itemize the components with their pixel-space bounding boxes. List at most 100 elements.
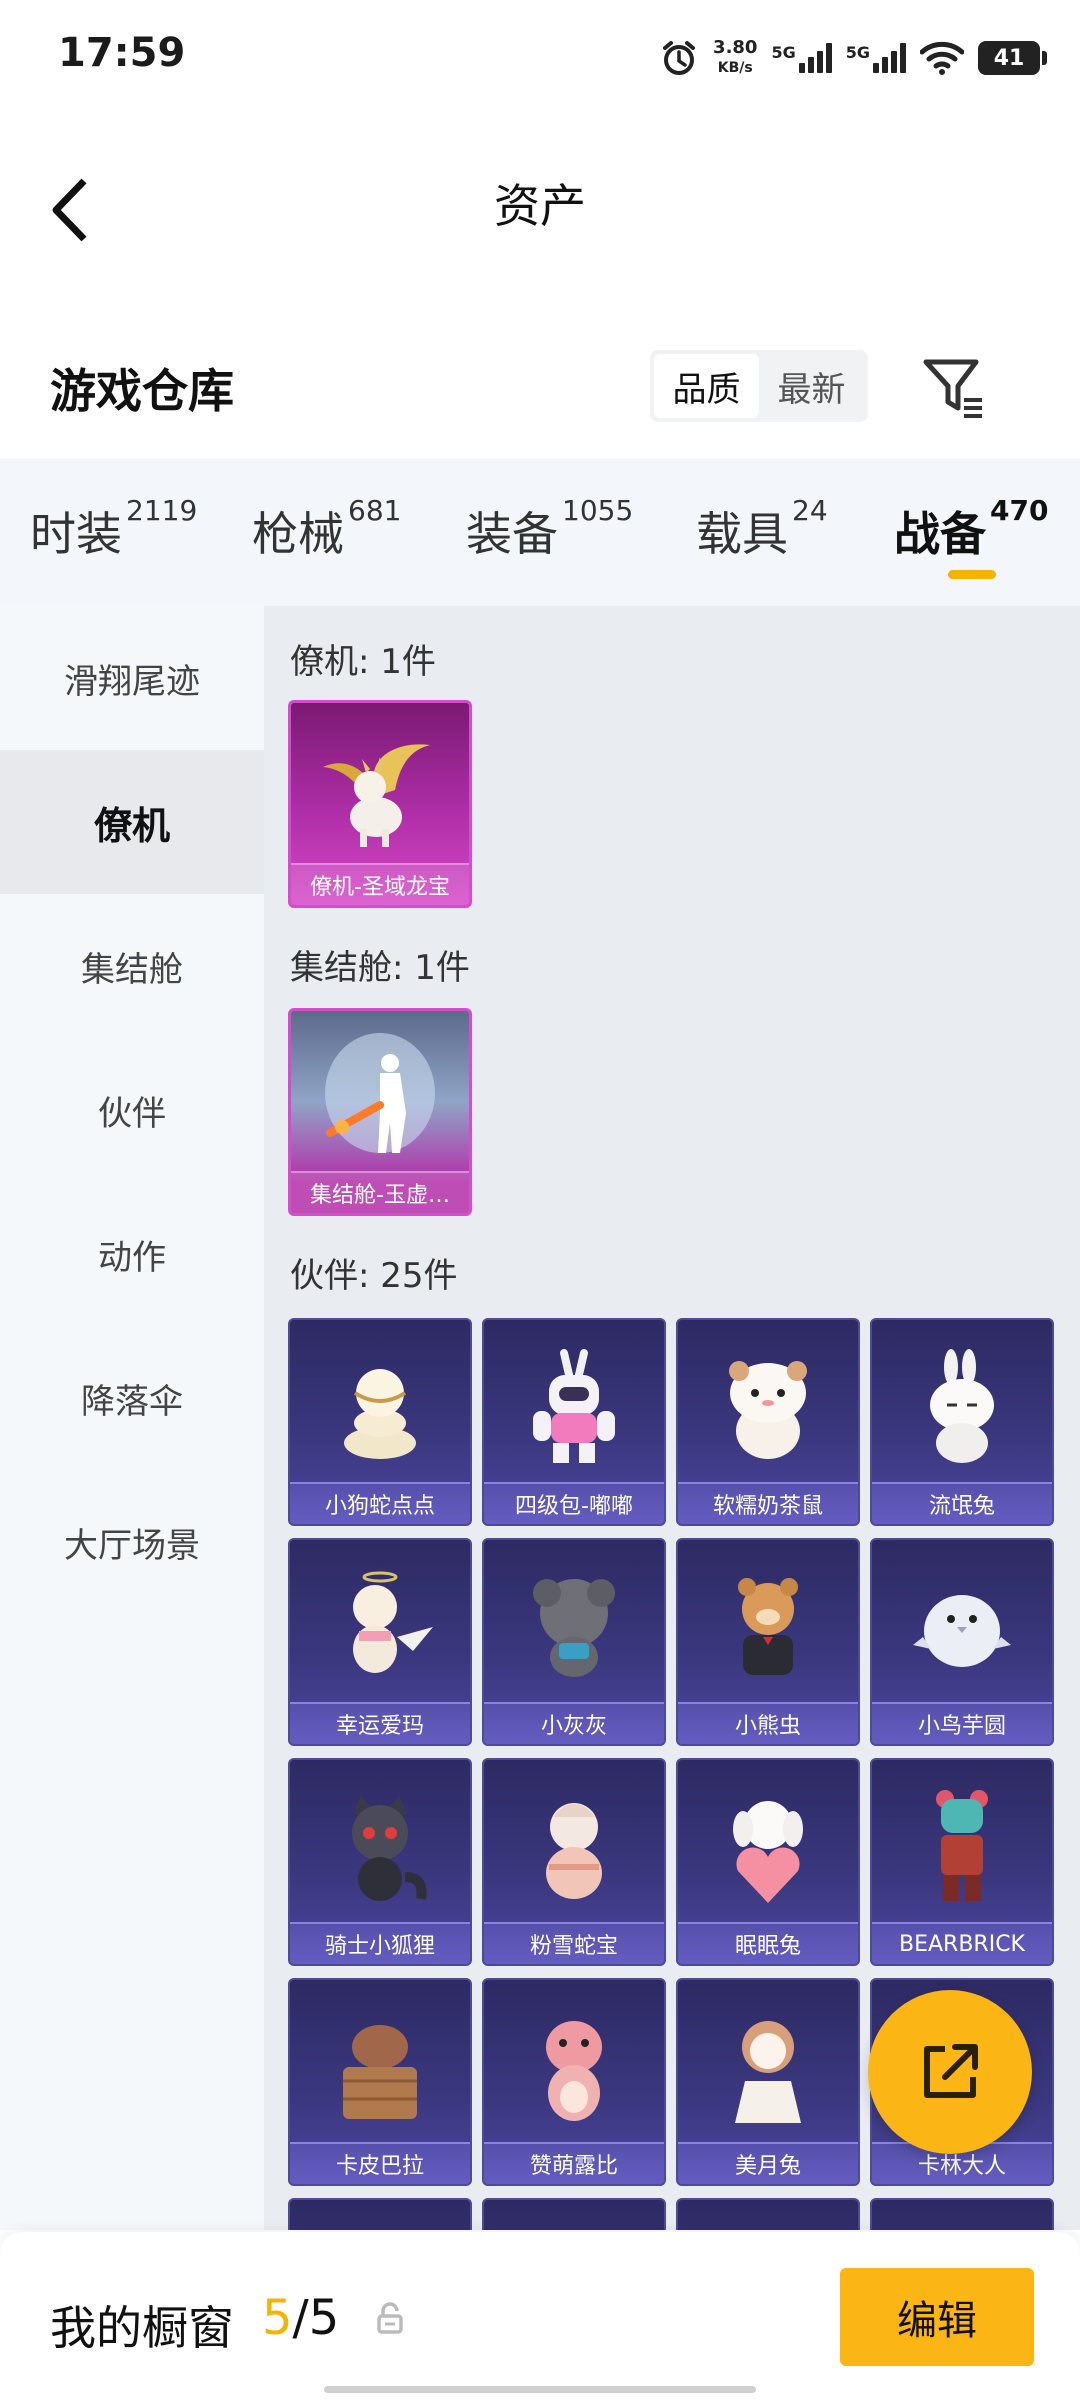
alarm-icon: [659, 38, 699, 78]
grey-creature-icon: [514, 1562, 634, 1692]
clock: 17:59: [58, 30, 186, 76]
active-tab-indicator: [948, 570, 996, 579]
item-card[interactable]: 小鸟芋圆: [870, 1538, 1054, 1746]
page-title: 资产: [494, 179, 586, 233]
robot-icon: [514, 1342, 634, 1472]
item-name: 美月兔: [678, 2142, 858, 2184]
bear-icon: [708, 1562, 828, 1692]
edit-button[interactable]: 编辑: [840, 2268, 1034, 2366]
warehouse-title: 游戏仓库: [50, 364, 234, 418]
capybara-icon: [320, 2002, 440, 2132]
snake-icon: [320, 1342, 440, 1472]
home-indicator: [324, 2386, 756, 2393]
showcase-bar: 我的橱窗 5/5 编辑: [0, 2232, 1080, 2400]
item-card[interactable]: 美月兔: [676, 1978, 860, 2186]
item-name: 小狗蛇点点: [290, 1482, 470, 1524]
section-title-partner: 伙伴: 25件: [290, 1256, 458, 1296]
tab-label: 装备: [466, 507, 558, 561]
moon-rabbit-icon: [708, 2002, 828, 2132]
item-name: 幸运爱玛: [290, 1702, 470, 1744]
bird-icon: [902, 1562, 1022, 1692]
portal-figure-icon: [320, 1033, 440, 1163]
tab-label: 时装: [30, 507, 122, 561]
item-name: 集结舱-玉虚…: [291, 1171, 469, 1213]
tab-count: 24: [792, 494, 828, 527]
tab-gear[interactable]: 装备 1055: [466, 494, 633, 564]
signal-1-label: 5G: [771, 43, 796, 62]
item-card[interactable]: BEARBRICK: [870, 1758, 1054, 1966]
showcase-label: 我的橱窗: [50, 2301, 234, 2355]
item-name: 小鸟芋圆: [872, 1702, 1052, 1744]
filter-button[interactable]: [920, 352, 990, 422]
item-card[interactable]: 赞萌露比: [482, 1978, 666, 2186]
filter-icon: [923, 359, 982, 418]
item-card[interactable]: [288, 2198, 472, 2230]
status-icons: 3.80 KB/s 5G 5G 41: [659, 30, 1047, 86]
item-card[interactable]: 小灰灰: [482, 1538, 666, 1746]
signal-2-label: 5G: [845, 43, 870, 62]
sidebar-item-pod[interactable]: 集结舱: [0, 894, 264, 1038]
item-card[interactable]: [482, 2198, 666, 2230]
item-card[interactable]: 僚机-圣域龙宝: [288, 700, 472, 908]
item-name: 卡皮巴拉: [290, 2142, 470, 2184]
bearbrick-icon: [902, 1782, 1022, 1912]
item-name: 粉雪蛇宝: [484, 1922, 664, 1964]
rabbit-icon: [902, 1342, 1022, 1472]
item-card[interactable]: 卡皮巴拉: [288, 1978, 472, 2186]
item-grid-area: 僚机: 1件 僚机-圣域龙宝 集结舱: 1件 集结舱-玉虚… 伙伴: 25件 小…: [264, 606, 1080, 2230]
tab-count: 2119: [126, 494, 198, 527]
battery-icon: 41: [978, 41, 1047, 75]
share-button[interactable]: [868, 1990, 1032, 2154]
top-nav: 资产: [0, 110, 1080, 280]
item-card[interactable]: [870, 2198, 1054, 2230]
tab-label: 载具: [696, 507, 788, 561]
item-name: 赞萌露比: [484, 2142, 664, 2184]
item-card[interactable]: 粉雪蛇宝: [482, 1758, 666, 1966]
hamster-icon: [708, 1342, 828, 1472]
tab-combat-prep[interactable]: 战备 470: [894, 494, 1048, 564]
signal-bars-icon: [873, 43, 906, 73]
item-card[interactable]: 四级包-嘟嘟: [482, 1318, 666, 1526]
signal-2: 5G: [846, 43, 906, 73]
item-name: BEARBRICK: [872, 1922, 1052, 1964]
item-card[interactable]: 骑士小狐狸: [288, 1758, 472, 1966]
item-name: 流氓兔: [872, 1482, 1052, 1524]
sidebar-item-parachute[interactable]: 降落伞: [0, 1326, 264, 1470]
item-card[interactable]: 小狗蛇点点: [288, 1318, 472, 1526]
lock-icon: [376, 2302, 404, 2336]
item-card[interactable]: 眠眠兔: [676, 1758, 860, 1966]
item-name: 眠眠兔: [678, 1922, 858, 1964]
wifi-icon: [920, 40, 964, 76]
tab-guns[interactable]: 枪械 681: [252, 494, 401, 564]
item-card[interactable]: 集结舱-玉虚…: [288, 1008, 472, 1216]
category-tabs: 时装 2119 枪械 681 装备 1055 载具 24 战备 470: [0, 458, 1080, 606]
tab-count: 681: [348, 494, 402, 527]
sidebar: 滑翔尾迹 僚机 集结舱 伙伴 动作 降落伞 大厅场景: [0, 606, 264, 2230]
sort-toggle: 品质 最新: [650, 350, 868, 422]
sidebar-item-emote[interactable]: 动作: [0, 1182, 264, 1326]
sidebar-item-lobby-scene[interactable]: 大厅场景: [0, 1470, 264, 1614]
sort-newest[interactable]: 最新: [759, 354, 864, 418]
item-card[interactable]: [676, 2198, 860, 2230]
network-speed: 3.80 KB/s: [713, 38, 757, 78]
fox-knight-icon: [320, 1782, 440, 1912]
item-card[interactable]: 幸运爱玛: [288, 1538, 472, 1746]
item-card[interactable]: 小熊虫: [676, 1538, 860, 1746]
showcase-count: 5/5: [262, 2290, 339, 2346]
sort-quality[interactable]: 品质: [654, 354, 759, 418]
speed-value: 3.80: [713, 37, 758, 58]
sidebar-item-wingman[interactable]: 僚机: [0, 750, 264, 894]
section-title-pod: 集结舱: 1件: [290, 948, 470, 988]
tab-vehicles[interactable]: 载具 24: [696, 494, 828, 564]
sidebar-item-partner[interactable]: 伙伴: [0, 1038, 264, 1182]
status-bar: 17:59 3.80 KB/s 5G 5G 41: [0, 0, 1080, 110]
external-link-icon: [924, 2044, 978, 2098]
item-card[interactable]: 软糯奶茶鼠: [676, 1318, 860, 1526]
signal-1: 5G: [771, 43, 832, 73]
sidebar-item-glide-trail[interactable]: 滑翔尾迹: [0, 606, 264, 750]
item-name: 小熊虫: [678, 1702, 858, 1744]
dragon-icon: [320, 725, 440, 855]
section-title-wingman: 僚机: 1件: [290, 642, 436, 682]
item-card[interactable]: 流氓兔: [870, 1318, 1054, 1526]
tab-fashion[interactable]: 时装 2119: [30, 494, 197, 564]
